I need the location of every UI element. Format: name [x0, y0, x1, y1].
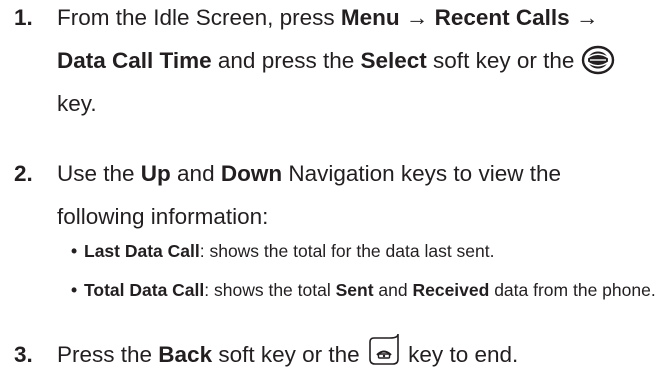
step-number: 3. — [14, 342, 33, 367]
step-1-line-1: From the Idle Screen, press Menu → Recen… — [57, 5, 599, 30]
last-data-call-label: Last Data Call — [84, 241, 200, 261]
step-1-text: From the Idle Screen, press Menu → Recen… — [57, 0, 657, 125]
end-power-key-icon — [366, 333, 402, 367]
step-2-line-2: following information: — [57, 204, 269, 229]
received-label: Received — [412, 280, 490, 300]
sent-label: Sent — [335, 280, 374, 300]
data-call-time-label: Data Call Time — [57, 48, 212, 73]
step-1-line-2: Data Call Time and press the Select soft… — [57, 39, 657, 82]
up-key-label: Up — [140, 161, 171, 186]
step-2-line-1: Use the Up and Down Navigation keys to v… — [57, 161, 561, 186]
bullet-last-data-call: • Last Data Call: shows the total for th… — [71, 240, 661, 263]
step-number: 2. — [14, 161, 33, 186]
bullet-text: Last Data Call: shows the total for the … — [84, 241, 495, 261]
bullet-marker: • — [71, 280, 78, 300]
total-data-call-label: Total Data Call — [84, 280, 205, 300]
recent-calls-label: Recent Calls — [434, 5, 570, 30]
menu-key-label: Menu — [340, 5, 400, 30]
step-3-text: Press the Back soft key or the key to en… — [57, 333, 657, 376]
bullet-text: Total Data Call: shows the total Sent an… — [84, 280, 656, 300]
bullet-marker: • — [71, 241, 78, 261]
bullet-total-data-call: • Total Data Call: shows the total Sent … — [71, 279, 661, 302]
down-key-label: Down — [220, 161, 283, 186]
step-3-line-1: Press the Back soft key or the key to en… — [57, 333, 657, 376]
ok-nav-key-icon — [581, 45, 615, 75]
back-key-label: Back — [158, 342, 213, 367]
step-number: 1. — [14, 5, 33, 30]
select-key-label: Select — [360, 48, 427, 73]
step-1-line-3: key. — [57, 91, 97, 116]
step-2-text: Use the Up and Down Navigation keys to v… — [57, 152, 657, 238]
